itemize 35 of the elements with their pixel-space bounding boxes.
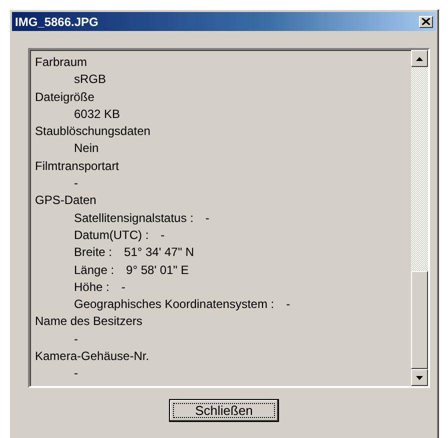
property-label: Kamera-Gehäuse-Nr.	[35, 348, 150, 366]
property-value: -	[74, 330, 78, 348]
property-value: -	[286, 296, 290, 314]
down-arrow-icon	[416, 376, 423, 380]
close-button[interactable]	[419, 16, 433, 28]
up-arrow-icon	[416, 56, 423, 60]
field-name: Höhe :	[74, 278, 110, 296]
field-name: Satellitensignalstatus :	[74, 210, 194, 227]
window-title: IMG_5866.JPG	[15, 14, 98, 28]
property-value: -	[121, 278, 126, 296]
property-value: -	[74, 365, 78, 382]
field-name: Geographisches Koordinatensystem :	[74, 296, 274, 314]
property-value: sRGB	[74, 71, 106, 88]
field-name: Breite :	[74, 244, 112, 262]
property-value: 51° 34' 47" N	[124, 244, 194, 262]
property-value: -	[160, 226, 165, 244]
property-label: Filmtransportart	[35, 158, 120, 175]
property-value: 6032 KB	[74, 106, 120, 123]
property-label: GPS-Daten	[35, 192, 98, 210]
close-button[interactable]: Schließen	[169, 399, 279, 422]
close-icon	[422, 18, 430, 25]
property-label: Dateigröße	[35, 88, 96, 106]
property-value: Nein	[74, 140, 99, 158]
scrollbar[interactable]	[411, 50, 428, 386]
property-label: Staublöschungsdaten	[35, 123, 152, 140]
property-value: -	[205, 210, 210, 227]
field-name: Datum(UTC) :	[74, 226, 149, 244]
scroll-up-button[interactable]	[411, 50, 428, 67]
field-name: Länge :	[74, 262, 114, 279]
property-label: Name des Besitzers	[35, 313, 144, 330]
property-value: 9° 58' 01" E	[126, 262, 189, 279]
property-label: Farbraum	[35, 54, 88, 71]
property-value: -	[74, 175, 78, 192]
scroll-thumb[interactable]	[411, 271, 428, 369]
scroll-down-button[interactable]	[411, 369, 428, 386]
